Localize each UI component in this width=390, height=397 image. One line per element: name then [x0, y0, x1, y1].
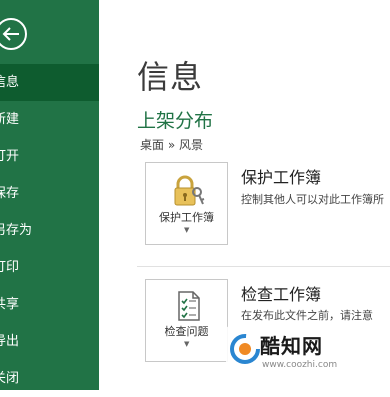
protect-workbook-button[interactable]: 保护工作簿 ▼: [145, 162, 228, 245]
watermark-name: 酷知网: [260, 334, 323, 358]
page-title: 信息: [137, 58, 204, 96]
document-title: 上架分布: [137, 110, 214, 132]
back-button[interactable]: [0, 17, 28, 51]
nav-item-print[interactable]: 打印: [0, 249, 99, 286]
nav-item-new[interactable]: 新建: [0, 101, 99, 138]
inspect-workbook-desc: 在发布此文件之前，请注意: [241, 309, 373, 322]
protect-workbook-title: 保护工作簿: [241, 168, 322, 187]
nav-item-open[interactable]: 打开: [0, 138, 99, 175]
breadcrumb[interactable]: 桌面 » 风景: [140, 136, 203, 153]
checklist-icon: [178, 291, 200, 321]
nav-item-save[interactable]: 保存: [0, 175, 99, 212]
inspect-workbook-title: 检查工作簿: [241, 285, 322, 304]
protect-workbook-label: 保护工作簿: [159, 211, 214, 224]
info-panel: 信息 上架分布 桌面 » 风景 保护工作簿 ▼ 保护工作簿 控制其他人可以对此工…: [99, 0, 390, 390]
check-for-issues-button[interactable]: 检查问题 ▼: [145, 279, 228, 362]
chevron-down-icon: ▼: [184, 226, 190, 234]
watermark-url: www.coozhi.com: [262, 360, 338, 370]
check-for-issues-label: 检查问题: [164, 325, 209, 338]
nav-item-info[interactable]: 信息: [0, 64, 99, 101]
protect-workbook-desc: 控制其他人可以对此工作簿所: [241, 193, 384, 206]
nav-item-export[interactable]: 导出: [0, 323, 99, 360]
nav-item-close[interactable]: 关闭: [0, 360, 99, 397]
coozhi-logo-icon: [230, 334, 260, 364]
backstage-sidebar: 信息 新建 打开 保存 另存为 打印 共享 导出 关闭: [0, 0, 99, 390]
lock-key-icon: [174, 175, 205, 206]
back-arrow-icon: [0, 18, 27, 50]
nav-item-save-as[interactable]: 另存为: [0, 212, 99, 249]
chevron-down-icon: ▼: [184, 340, 190, 348]
watermark: 酷知网 www.coozhi.com: [226, 326, 386, 380]
section-divider: [137, 266, 390, 267]
nav-item-share[interactable]: 共享: [0, 286, 99, 323]
